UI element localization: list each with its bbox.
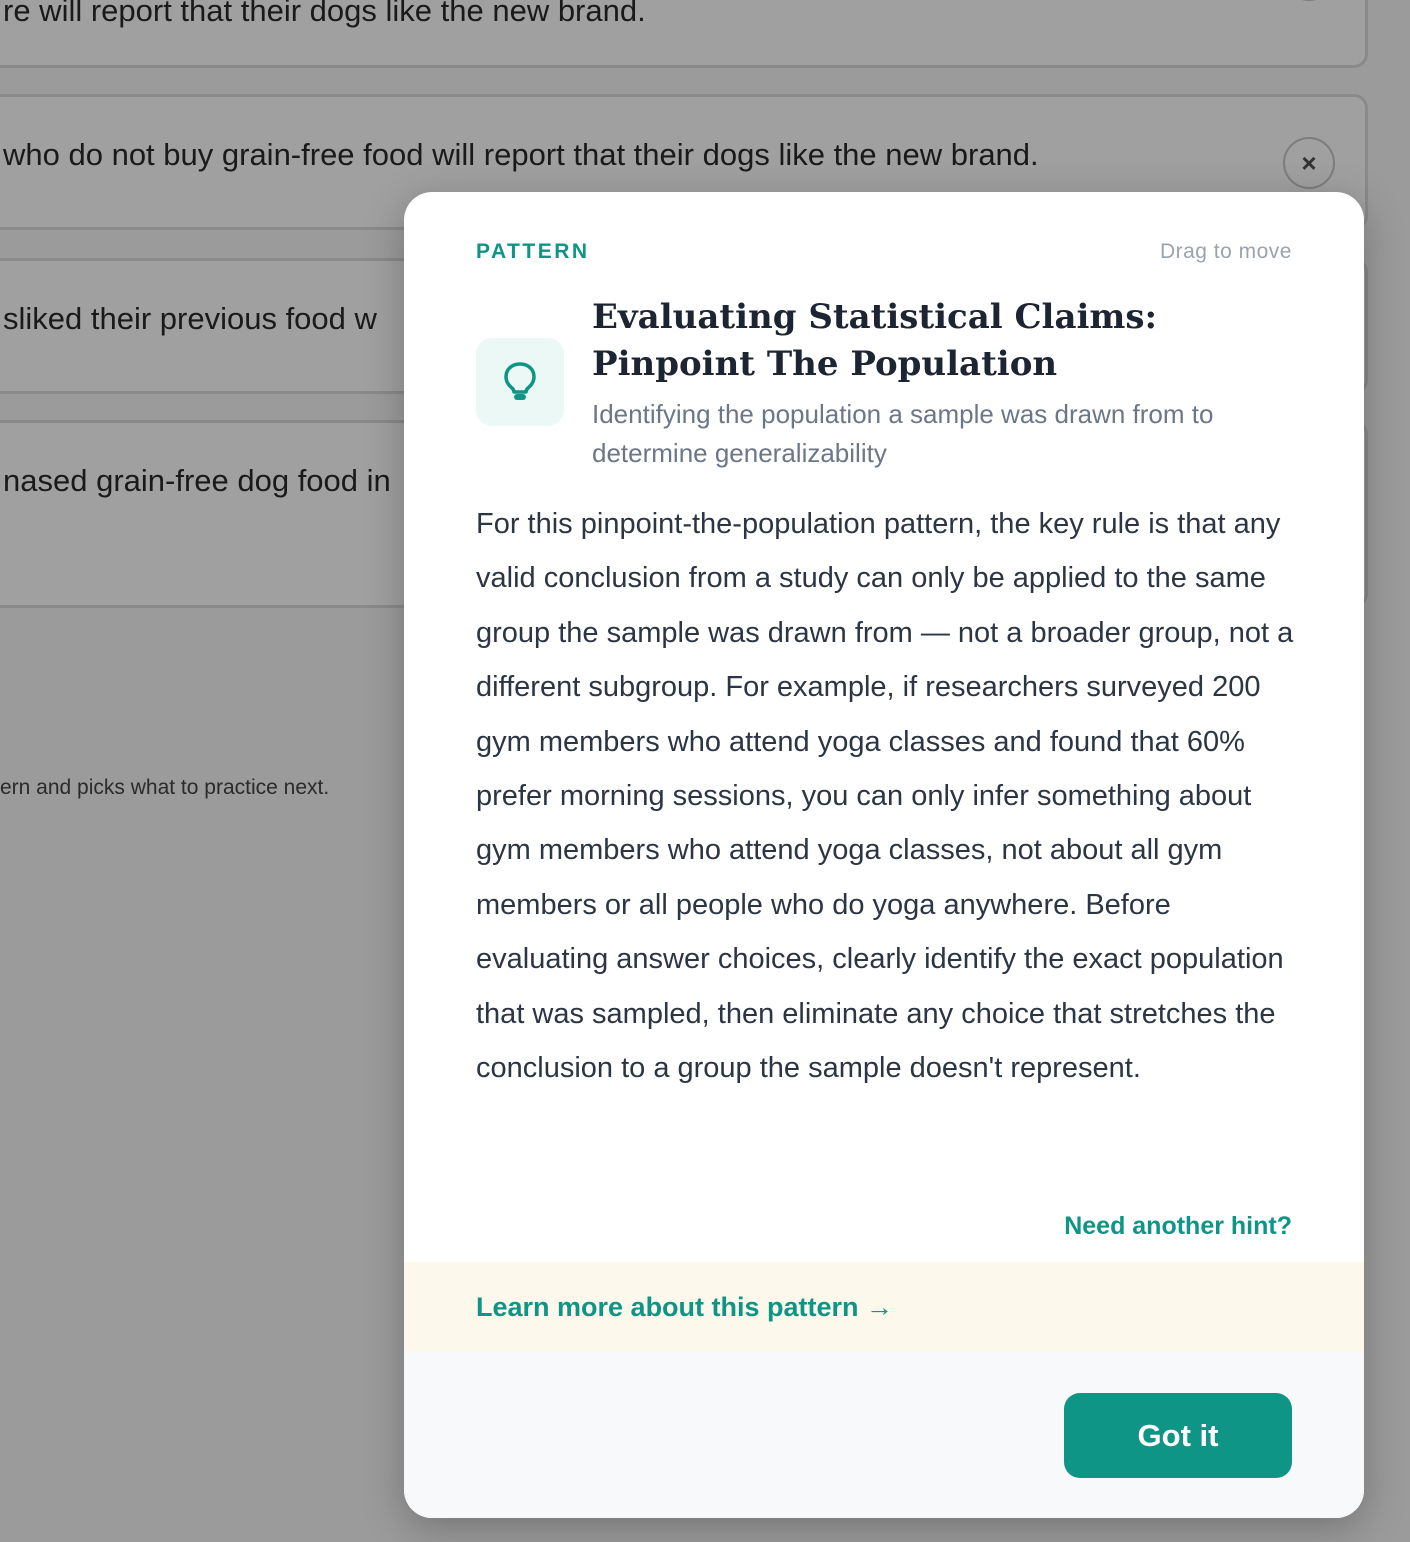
drag-handle[interactable]: Drag to move [1160,240,1292,264]
need-another-hint-link[interactable]: Need another hint? [1064,1212,1292,1241]
pattern-title: Evaluating Statistical Claims: Pinpoint … [592,297,1158,384]
got-it-button[interactable]: Got it [1064,1393,1292,1478]
answer-choice-a[interactable]: re will report that their dogs like the … [0,0,1368,68]
learn-more-link[interactable]: Learn more about this pattern → [476,1292,893,1323]
close-icon[interactable]: × [1283,137,1335,189]
lightbulb-icon [504,362,536,400]
answer-choice-text: who do not buy grain-free food will repo… [3,137,1039,172]
learn-more-band: Learn more about this pattern → [404,1262,1364,1352]
pattern-label: PATTERN [476,240,590,263]
answer-choice-text: sliked their previous food w [3,301,377,336]
pattern-hint-modal[interactable]: PATTERN Drag to move Evaluating Statisti… [404,192,1364,1518]
pattern-explanation: For this pinpoint-the-population pattern… [476,508,1294,1085]
close-icon[interactable]: × [1283,0,1335,1]
background-note: ern and picks what to practice next. [0,776,330,799]
modal-footer: Got it [404,1352,1364,1518]
pattern-subtitle: Identifying the population a sample was … [592,399,1214,468]
modal-header: PATTERN Drag to move [476,240,1292,266]
pattern-icon-box [476,338,564,426]
answer-choice-text: re will report that their dogs like the … [3,0,646,28]
answer-choice-text: nased grain-free dog food in [3,463,391,498]
